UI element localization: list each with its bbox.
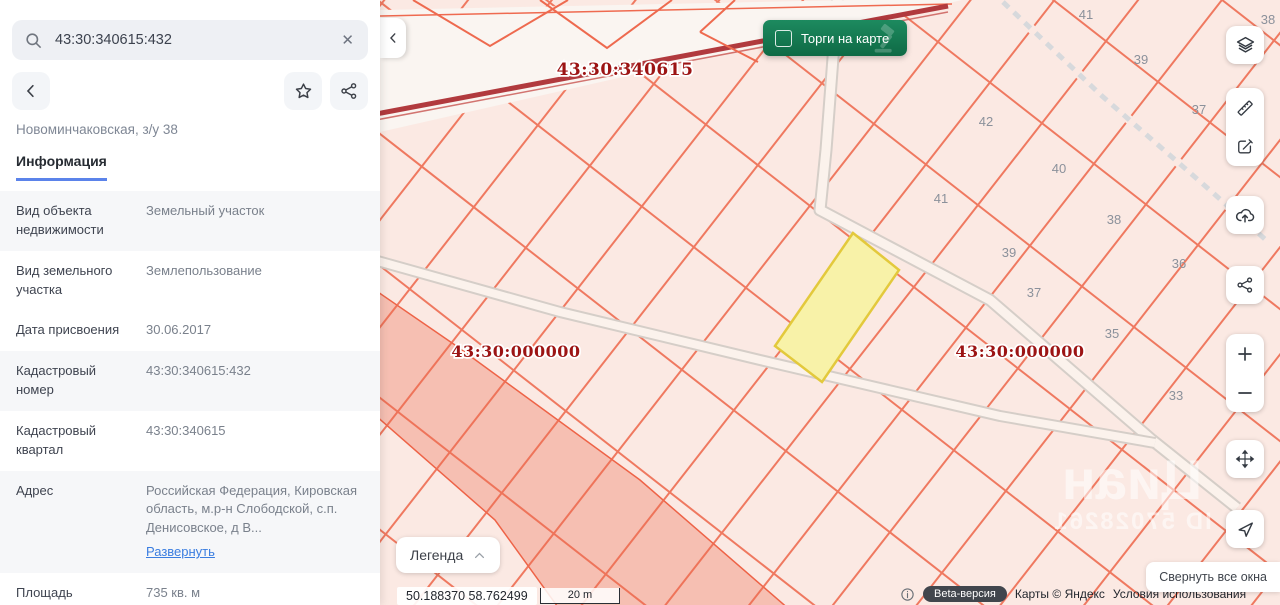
info-row: Кадастровый квартал 43:30:340615 — [0, 411, 380, 471]
row-label: Адрес — [16, 482, 54, 498]
action-row — [12, 72, 368, 110]
row-label: Вид земельного участка — [16, 262, 113, 297]
expand-address-link[interactable]: Развернуть — [146, 543, 215, 562]
gavel-icon — [874, 23, 895, 53]
move-icon — [1235, 449, 1255, 469]
row-value: 43:30:340615 — [146, 422, 226, 438]
row-label: Вид объекта недвижимости — [16, 203, 104, 237]
svg-text:37: 37 — [1192, 102, 1206, 117]
edit-icon — [1238, 138, 1253, 153]
plus-icon — [1238, 346, 1252, 361]
chevron-left-icon — [26, 84, 34, 98]
locate-button[interactable] — [1226, 510, 1264, 548]
layers-icon — [1236, 36, 1254, 53]
svg-text:36: 36 — [1172, 256, 1186, 271]
map-area: 41 38 39 37 42 40 41 38 39 36 37 35 33 43:30:340615 4… — [380, 0, 1280, 605]
pan-button[interactable] — [1226, 440, 1264, 478]
sidebar: ✕ Новоминчаковская, з/у 38 Информация Ви… — [0, 0, 380, 605]
chevron-up-icon — [475, 552, 485, 558]
beta-badge: Beta-версия — [923, 586, 1007, 602]
cadastral-map-app: ✕ Новоминчаковская, з/у 38 Информация Ви… — [0, 0, 1280, 605]
share-map-button[interactable] — [1226, 266, 1264, 304]
legend-label: Легенда — [410, 547, 464, 563]
svg-text:39: 39 — [1134, 52, 1148, 67]
search-input[interactable] — [53, 31, 330, 49]
share-object-button[interactable] — [330, 72, 368, 110]
tab-information[interactable]: Информация — [16, 153, 107, 181]
info-row: Площадь 735 кв. м — [0, 573, 380, 605]
svg-text:37: 37 — [1027, 285, 1041, 300]
cloud-upload-icon — [1235, 208, 1255, 223]
svg-text:40: 40 — [1052, 161, 1066, 176]
info-row: Кадастровый номер 43:30:340615:432 — [0, 351, 380, 411]
zoom-group — [1226, 334, 1264, 412]
svg-text:41: 41 — [934, 191, 948, 206]
tab-row: Информация — [16, 153, 364, 181]
info-icon — [901, 587, 914, 601]
row-value: 30.06.2017 — [146, 322, 212, 338]
svg-text:43:30:000000: 43:30:000000 — [955, 342, 1084, 361]
zoom-out-button[interactable] — [1226, 373, 1264, 412]
row-value: Российская Федерация, Кировская область,… — [146, 482, 364, 562]
legend-button[interactable]: Легенда — [396, 537, 501, 573]
yandex-attribution-link[interactable]: Карты © Яндекс — [1015, 587, 1105, 601]
draw-tools-group — [1226, 88, 1264, 166]
info-rows: Вид объекта недвижимости Земельный участо… — [0, 191, 380, 605]
chevron-left-icon — [390, 33, 396, 43]
info-row: Вид земельного участка Землепользование — [0, 251, 380, 311]
search-bar: ✕ — [12, 20, 368, 60]
info-row: Адрес Российская Федерация, Кировская обл… — [0, 470, 380, 573]
trades-checkbox[interactable] — [775, 29, 792, 47]
edit-button[interactable] — [1226, 127, 1264, 166]
svg-text:42: 42 — [979, 114, 993, 129]
info-row: Вид объекта недвижимости Земельный участо… — [0, 191, 380, 251]
star-icon — [295, 82, 311, 98]
layers-button[interactable] — [1226, 26, 1264, 64]
search-icon — [26, 32, 42, 48]
svg-text:43:30:000000: 43:30:000000 — [451, 342, 580, 361]
info-row: Дата присвоения 30.06.2017 — [0, 310, 380, 351]
measure-button[interactable] — [1226, 88, 1264, 127]
collapse-all-windows-button[interactable]: Свернуть все окна — [1146, 562, 1280, 592]
clear-search-button[interactable]: ✕ — [339, 29, 356, 51]
favorite-button[interactable] — [284, 72, 322, 110]
svg-text:39: 39 — [1002, 245, 1016, 260]
cursor-coordinates: 50.188370 58.762499 — [397, 587, 537, 605]
row-value: Земельный участок — [146, 203, 265, 218]
ruler-icon — [1237, 100, 1253, 116]
row-value: 43:30:340615:432 — [146, 363, 251, 379]
row-label: Кадастровый номер — [16, 363, 97, 398]
share-icon — [1237, 277, 1253, 293]
svg-text:41: 41 — [1079, 7, 1093, 22]
share-icon — [341, 83, 357, 99]
svg-text:35: 35 — [1105, 326, 1119, 341]
back-button[interactable] — [12, 72, 50, 110]
trades-on-map-toggle[interactable]: Торги на карте — [763, 20, 907, 56]
svg-text:33: 33 — [1169, 388, 1183, 403]
zoom-in-button[interactable] — [1226, 334, 1264, 373]
row-label: Дата присвоения — [16, 322, 120, 338]
row-value: Землепользование — [146, 262, 262, 278]
upload-button[interactable] — [1226, 196, 1264, 234]
map-canvas[interactable]: 41 38 39 37 42 40 41 38 39 36 37 35 33 43:30:340615 4… — [380, 0, 1280, 605]
row-label: Кадастровый квартал — [16, 422, 97, 457]
svg-text:38: 38 — [1107, 212, 1121, 227]
map-scale: 20 m — [540, 588, 620, 604]
svg-text:38: 38 — [1261, 12, 1275, 27]
collapse-sidebar-button[interactable] — [380, 18, 406, 58]
svg-text:43:30:340615: 43:30:340615 — [557, 60, 694, 80]
minus-icon — [1238, 391, 1252, 394]
row-value: 735 кв. м — [146, 584, 201, 600]
row-label: Площадь — [16, 584, 73, 600]
navigation-arrow-icon — [1237, 521, 1253, 537]
object-title: Новоминчаковская, з/у 38 — [16, 122, 178, 137]
